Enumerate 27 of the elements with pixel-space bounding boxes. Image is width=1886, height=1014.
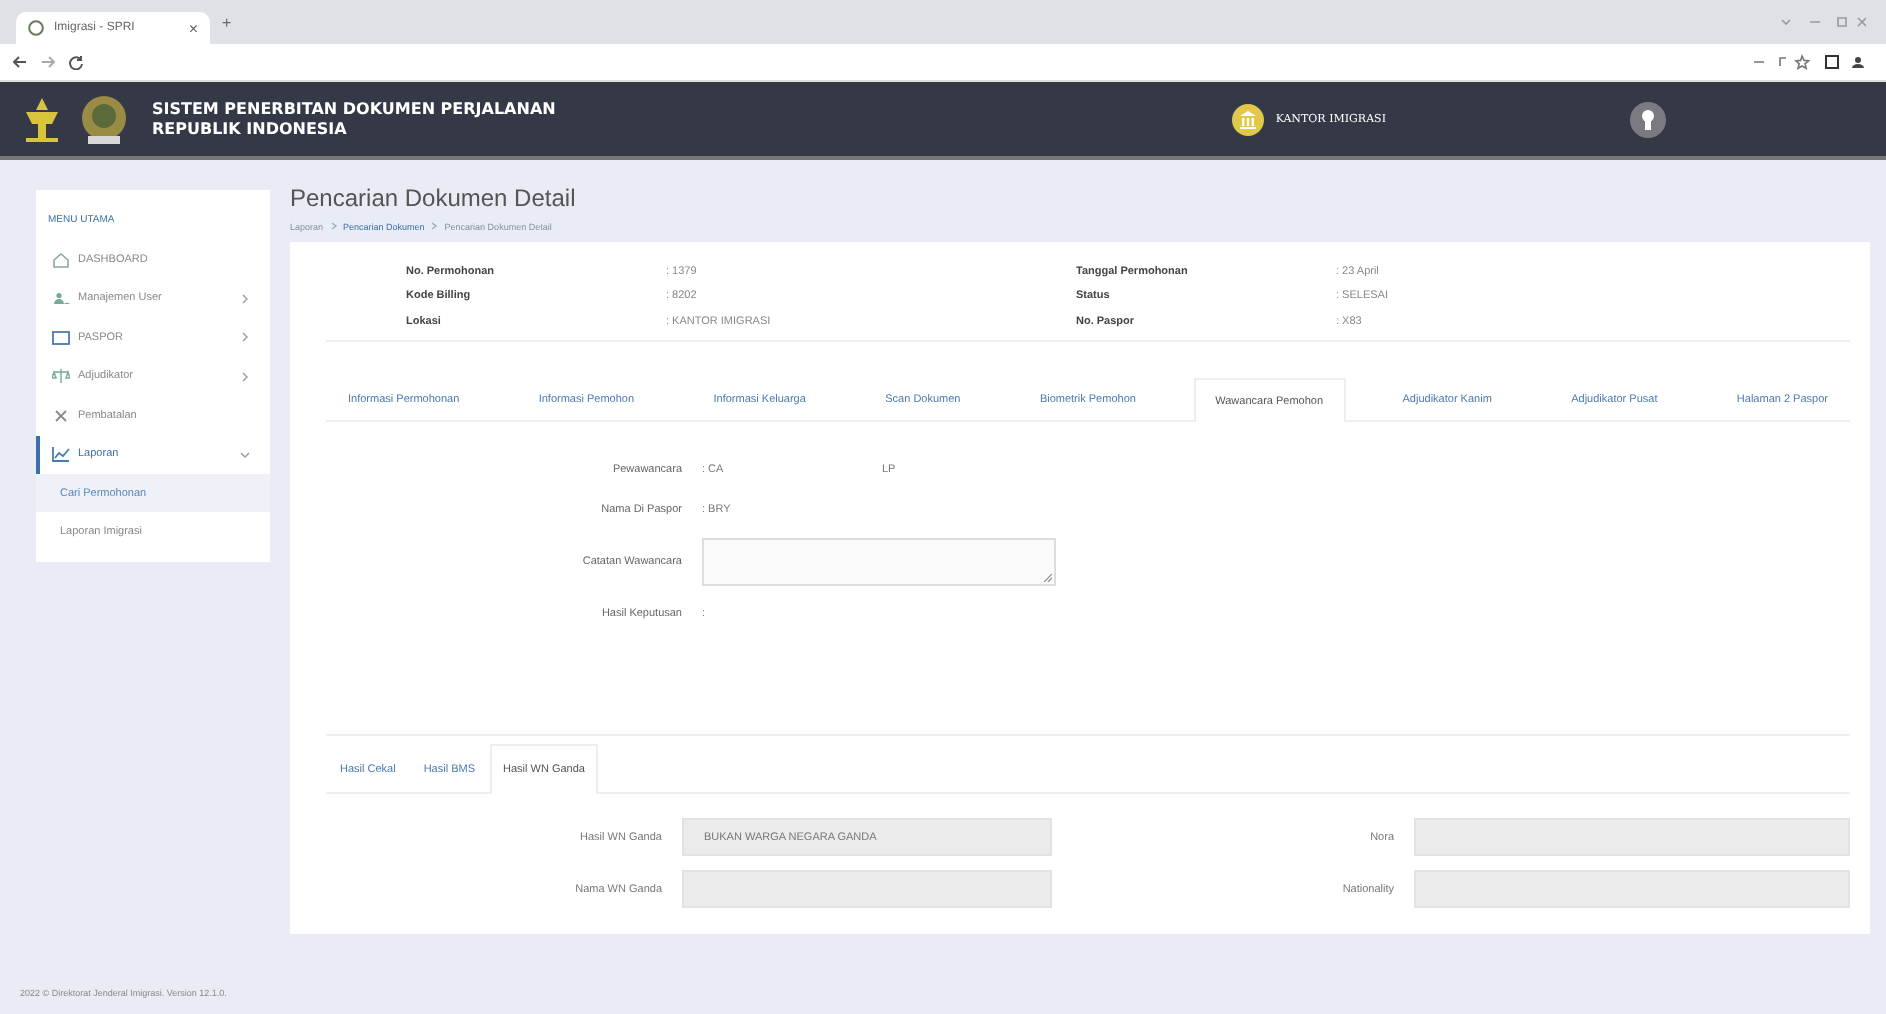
- readonly-field[interactable]: [682, 870, 1052, 908]
- card-icon: [52, 329, 70, 346]
- users-icon: [52, 290, 70, 307]
- scale-icon: [52, 368, 70, 385]
- forward-icon[interactable]: [40, 54, 56, 70]
- tab-close-button[interactable]: ×: [188, 19, 198, 37]
- cross-icon: [52, 407, 70, 424]
- page-title: Pencarian Dokumen Detail: [290, 184, 578, 214]
- chart-icon: [52, 446, 70, 463]
- window-controls-icon[interactable]: [1778, 14, 1866, 30]
- back-icon[interactable]: [12, 54, 28, 70]
- chevron-icon: [329, 222, 338, 230]
- home-icon: [52, 251, 70, 268]
- seal-icon: [76, 91, 132, 147]
- emblem-icon: [20, 93, 64, 145]
- app-title: SISTEM PENERBITAN DOKUMEN PERJALANAN REPUBLIK INDONESIA: [152, 99, 556, 139]
- new-tab-button[interactable]: +: [222, 13, 232, 31]
- resize-grip-icon: [1044, 574, 1052, 582]
- notes-textarea[interactable]: [702, 538, 1056, 586]
- chevron-icon: [430, 222, 439, 230]
- globe-icon: [28, 20, 44, 36]
- browser-toolbar-icons[interactable]: [1754, 54, 1866, 70]
- office-icon: [1231, 103, 1264, 135]
- readonly-field[interactable]: [1414, 818, 1850, 856]
- user-avatar-icon[interactable]: [1630, 101, 1666, 137]
- readonly-field[interactable]: [1414, 870, 1850, 908]
- reload-icon[interactable]: [68, 54, 84, 70]
